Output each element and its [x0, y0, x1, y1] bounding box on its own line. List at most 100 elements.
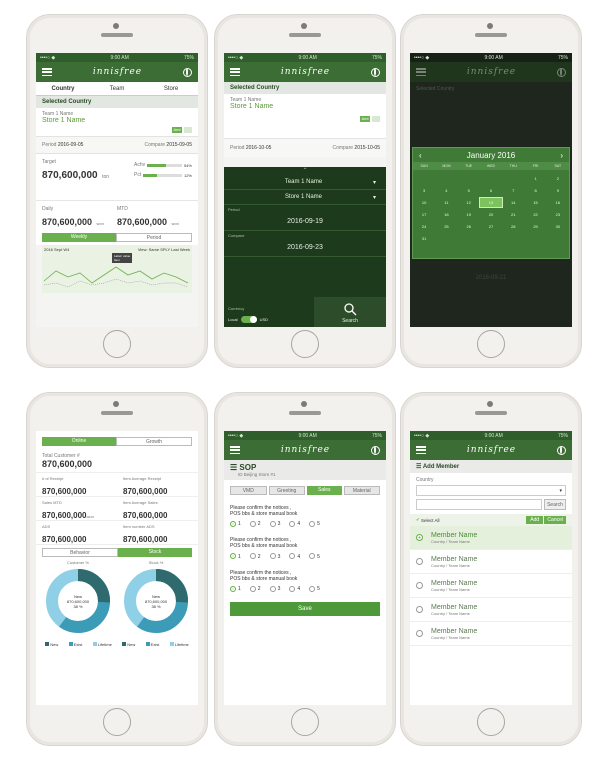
calendar-day[interactable]: 20: [480, 210, 502, 219]
rating-option[interactable]: 2: [249, 585, 261, 592]
radio-icon[interactable]: [309, 553, 316, 560]
collapse-icon[interactable]: ⌃: [224, 167, 386, 175]
rating-option[interactable]: 5: [309, 521, 320, 527]
compare-value[interactable]: 2015-10-05: [354, 145, 380, 151]
rating-option[interactable]: 1: [230, 585, 241, 592]
home-button[interactable]: [477, 330, 505, 358]
radio-icon[interactable]: [269, 521, 276, 527]
seg-weekly[interactable]: Weekly: [42, 233, 116, 242]
radio-icon[interactable]: [249, 521, 256, 527]
period-date[interactable]: 2016-09-19: [224, 214, 386, 231]
menu-icon[interactable]: [42, 68, 52, 76]
toggle-amt[interactable]: Amt: [172, 127, 182, 133]
radio-icon[interactable]: [269, 553, 276, 560]
radio-icon[interactable]: [416, 558, 423, 565]
calendar-day[interactable]: 12: [458, 198, 480, 207]
radio-icon[interactable]: [289, 521, 296, 527]
calendar-day[interactable]: 21: [502, 210, 524, 219]
radio-icon[interactable]: [309, 521, 316, 527]
home-button[interactable]: [477, 708, 505, 736]
amount-toggle[interactable]: Amt: [230, 116, 380, 122]
calendar-day[interactable]: 17: [413, 210, 435, 219]
calendar-day[interactable]: 23: [547, 210, 569, 219]
calendar-day[interactable]: 27: [480, 222, 502, 231]
period-value[interactable]: 2016-09-05: [58, 142, 84, 148]
toggle-other[interactable]: [184, 127, 192, 133]
tab-material[interactable]: Material: [343, 486, 380, 495]
store-select[interactable]: Store 1 Name ▾: [224, 190, 386, 205]
globe-icon[interactable]: [182, 67, 192, 77]
search-button[interactable]: Search: [544, 499, 566, 510]
compare-date[interactable]: 2016-09-23: [224, 240, 386, 257]
calendar-day[interactable]: 30: [547, 222, 569, 231]
tab-sales[interactable]: Sales: [307, 486, 342, 495]
radio-icon[interactable]: [416, 606, 423, 613]
calendar-day[interactable]: 6: [480, 186, 502, 195]
add-button[interactable]: Add: [526, 516, 544, 524]
calendar-day[interactable]: 19: [458, 210, 480, 219]
radio-icon[interactable]: [309, 585, 316, 592]
globe-icon[interactable]: [370, 67, 380, 77]
calendar-day[interactable]: 4: [435, 186, 457, 195]
menu-icon[interactable]: [230, 68, 240, 76]
radio-icon[interactable]: [269, 585, 276, 592]
tab-country[interactable]: Country: [36, 86, 90, 92]
home-button[interactable]: [291, 708, 319, 736]
rating-option[interactable]: 4: [289, 521, 300, 527]
toggle-amt[interactable]: Amt: [360, 116, 370, 122]
calendar-day[interactable]: 2: [547, 174, 569, 183]
country-select[interactable]: ▾: [416, 485, 566, 496]
globe-icon[interactable]: [556, 445, 566, 455]
toggle-other[interactable]: [372, 116, 380, 122]
calendar-day[interactable]: 5: [458, 186, 480, 195]
select-all-label[interactable]: Select All: [421, 518, 440, 523]
calendar-day[interactable]: 24: [413, 222, 435, 231]
seg-period[interactable]: Period: [116, 233, 192, 242]
calendar-day[interactable]: 22: [524, 210, 546, 219]
calendar-day[interactable]: 29: [524, 222, 546, 231]
radio-icon[interactable]: [416, 534, 423, 541]
rating-option[interactable]: 2: [249, 553, 261, 560]
calendar-day[interactable]: 10: [413, 198, 435, 207]
amount-toggle[interactable]: Amt: [42, 127, 192, 133]
member-row[interactable]: Member Name Country / Team Name: [410, 598, 572, 622]
menu-icon[interactable]: [230, 446, 240, 454]
rating-option[interactable]: 4: [289, 553, 300, 560]
tab-greeting[interactable]: Greeting: [268, 486, 305, 495]
calendar-day[interactable]: 1: [524, 174, 546, 183]
tab-team[interactable]: Team: [90, 86, 144, 92]
store-label[interactable]: Store 1 Name: [42, 117, 192, 124]
radio-icon[interactable]: [230, 521, 236, 527]
radio-icon[interactable]: [416, 582, 423, 589]
store-label[interactable]: Store 1 Name: [230, 103, 380, 110]
calendar-day[interactable]: 9: [547, 186, 569, 195]
rating-option[interactable]: 3: [269, 553, 280, 560]
cancel-button[interactable]: Cancel: [544, 516, 566, 524]
seg-behavior[interactable]: Behavior: [42, 548, 118, 557]
globe-icon[interactable]: [370, 445, 380, 455]
radio-icon[interactable]: [230, 553, 236, 560]
rating-option[interactable]: 3: [269, 521, 280, 527]
currency-toggle[interactable]: Local USD: [228, 316, 268, 323]
calendar-day[interactable]: 26: [458, 222, 480, 231]
search-button[interactable]: Search: [314, 297, 386, 327]
save-button[interactable]: Save: [230, 601, 380, 616]
calendar-day[interactable]: 3: [413, 186, 435, 195]
calendar-day[interactable]: 8: [524, 186, 546, 195]
calendar-day[interactable]: 14: [502, 198, 524, 207]
radio-icon[interactable]: [289, 553, 296, 560]
calendar-day[interactable]: 15: [524, 198, 546, 207]
home-button[interactable]: [291, 330, 319, 358]
radio-icon[interactable]: [289, 585, 296, 592]
calendar-day[interactable]: 18: [435, 210, 457, 219]
radio-icon[interactable]: [249, 553, 256, 560]
menu-icon[interactable]: [416, 446, 426, 454]
seg-growth[interactable]: Growth: [116, 437, 192, 446]
tab-vmd[interactable]: VMD: [230, 486, 267, 495]
radio-icon[interactable]: [249, 585, 256, 592]
rating-option[interactable]: 5: [309, 585, 320, 592]
member-row[interactable]: Member Name Country / Team Name: [410, 550, 572, 574]
calendar-day[interactable]: 7: [502, 186, 524, 195]
calendar-day[interactable]: 25: [435, 222, 457, 231]
rating-option[interactable]: 1: [230, 553, 241, 560]
